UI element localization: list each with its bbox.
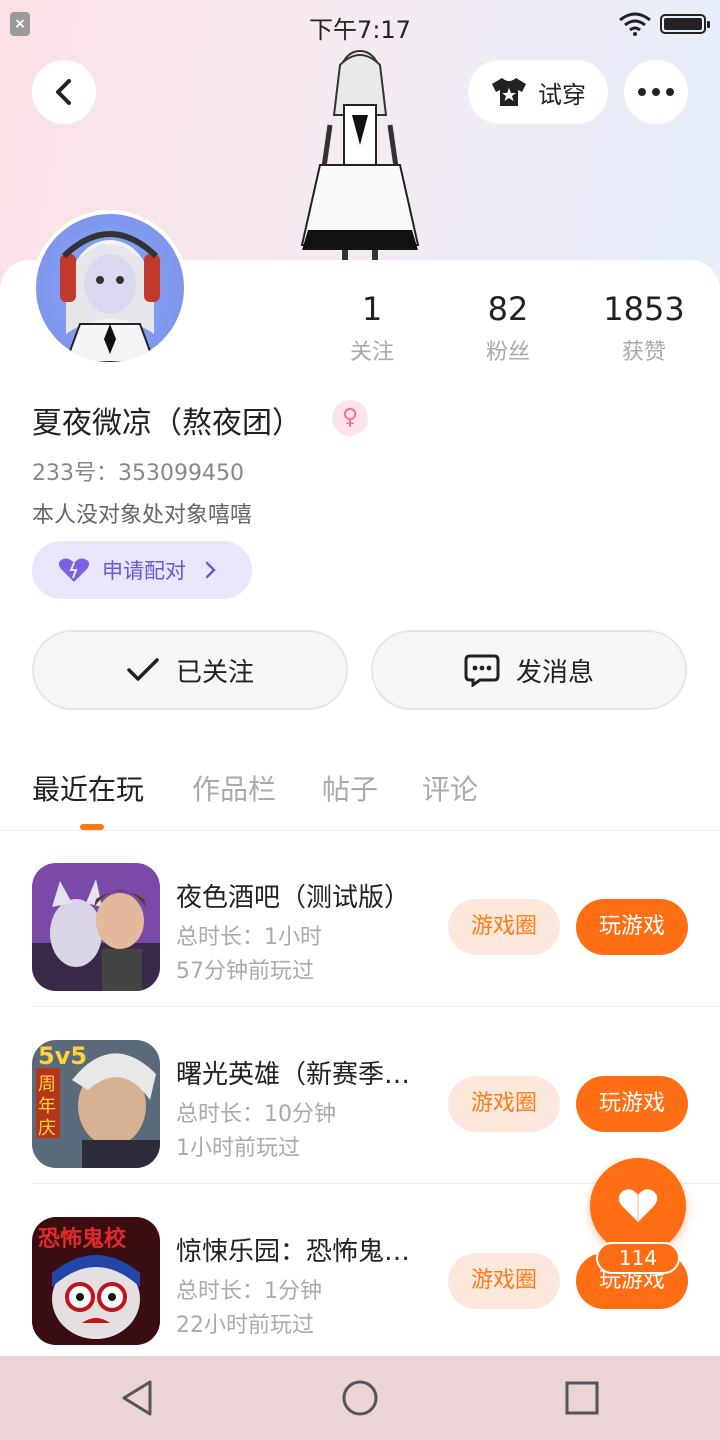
stat-followers[interactable]: 82 粉丝 [448,290,568,366]
try-on-label: 试穿 [538,80,586,109]
game-last-played: 22小时前玩过 [176,1313,314,1338]
followed-label: 已关注 [175,657,254,688]
wifi-icon [619,12,651,36]
more-dots-icon [638,88,674,96]
game-name: 曙光英雄（新赛季… [176,1060,411,1090]
gender-female-icon: ♀ [332,400,368,436]
checkmark-icon [127,658,159,681]
more-button[interactable] [624,60,688,124]
stat-followers-label: 粉丝 [485,340,530,365]
game-icon-text: 5v5 [38,1042,88,1070]
dressup-avatar-figure [300,50,420,260]
game-duration: 总时长：1分钟 [176,1279,322,1304]
send-message-label: 发消息 [515,657,594,688]
tab-posts[interactable]: 帖子 [322,768,378,808]
stat-following-value: 1 [361,290,383,328]
chat-bubble-icon [464,654,500,687]
tab-works[interactable]: 作品栏 [192,768,276,808]
like-button[interactable] [590,1158,686,1254]
avatar[interactable] [32,210,188,366]
like-count: 114 [596,1242,680,1274]
user-id: 233号：353099450 [32,461,244,486]
chevron-left-icon [56,79,71,105]
username: 夏夜微凉（熬夜团） [32,406,302,441]
play-game-button[interactable]: 玩游戏 [576,899,688,955]
game-icon [32,863,160,991]
nav-back-icon[interactable] [118,1378,158,1418]
list-item[interactable]: 5v5 周年庆 曙光英雄（新赛季… 总时长：10分钟 1小时前玩过 游戏圈 玩游… [0,1008,720,1184]
profile-tabs: 最近在玩 作品栏 帖子 评论 [0,768,720,830]
game-circle-button[interactable]: 游戏圈 [448,1076,560,1132]
game-icon-text: 恐怖鬼校 [38,1227,127,1252]
game-circle-button[interactable]: 游戏圈 [448,1253,560,1309]
game-name: 惊悚乐园：恐怖鬼… [176,1237,411,1267]
stat-followers-value: 82 [487,290,529,328]
back-button[interactable] [32,60,96,124]
nav-home-icon[interactable] [340,1378,380,1418]
stat-following-label: 关注 [349,340,394,365]
stat-following[interactable]: 1 关注 [312,290,432,366]
system-nav-bar [0,1356,720,1440]
try-on-button[interactable]: 试穿 [468,60,608,124]
stat-likes-label: 获赞 [621,340,666,365]
tshirt-icon [492,78,526,106]
game-circle-button[interactable]: 游戏圈 [448,899,560,955]
game-name: 夜色酒吧（测试版） [176,883,411,913]
status-time: 下午7:17 [309,16,411,44]
game-duration: 总时长：1小时 [176,925,322,950]
game-last-played: 1小时前玩过 [176,1136,300,1161]
tab-comments[interactable]: 评论 [422,768,478,808]
list-item[interactable]: 夜色酒吧（测试版） 总时长：1小时 57分钟前玩过 游戏圈 玩游戏 [0,831,720,1007]
apply-match-button[interactable]: 申请配对 [32,541,252,599]
send-message-button[interactable]: 发消息 [371,630,687,710]
heart-icon [618,1189,658,1222]
play-game-button[interactable]: 玩游戏 [576,1076,688,1132]
battery-icon [660,14,710,34]
bio: 本人没对象处对象嘻嘻 [32,503,253,528]
stat-likes-value: 1853 [603,290,685,328]
game-last-played: 57分钟前玩过 [176,959,314,984]
stat-likes[interactable]: 1853 获赞 [584,290,704,366]
avatar-image [60,231,160,362]
apply-match-label: 申请配对 [102,559,186,583]
nav-recents-icon[interactable] [562,1378,602,1418]
followed-button[interactable]: 已关注 [32,630,348,710]
tab-recently-played[interactable]: 最近在玩 [32,768,144,808]
divider [32,1006,720,1007]
game-icon: 恐怖鬼校 [32,1217,160,1345]
status-bar: × 下午7:17 [0,0,720,50]
game-icon-badge: 周年庆 [38,1074,56,1139]
chevron-right-icon [205,561,216,579]
heart-icon [58,558,90,582]
game-icon: 5v5 周年庆 [32,1040,160,1168]
game-duration: 总时长：10分钟 [176,1102,336,1127]
